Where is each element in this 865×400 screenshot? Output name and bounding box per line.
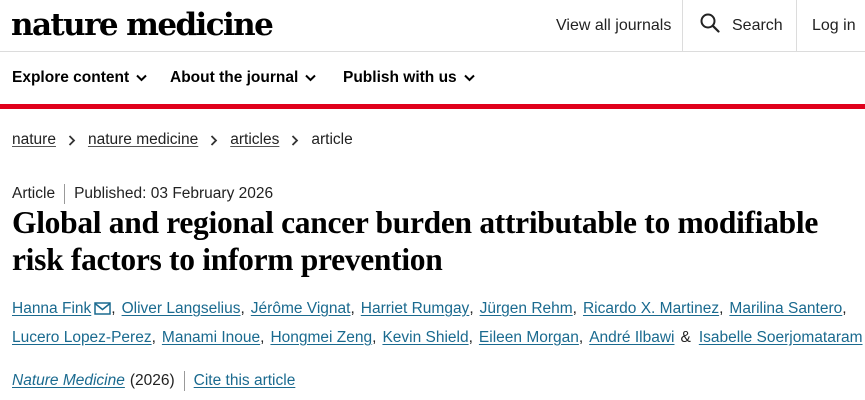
article-type: Article (12, 185, 56, 202)
published-date: Published: 03 February 2026 (74, 185, 274, 202)
author-separator: , (719, 300, 724, 317)
author-separator: , (260, 329, 265, 346)
view-all-journals-link[interactable]: View all journals (556, 0, 671, 51)
author-link[interactable]: Eileen Morgan (479, 323, 579, 352)
author-link[interactable]: Marilina Santero (729, 294, 842, 323)
author-list: Hanna Fink , Oliver Langselius , Jérôme … (12, 294, 863, 352)
journal-year: (2026) (129, 372, 175, 389)
chevron-right-icon (68, 134, 76, 146)
chevron-down-icon (129, 69, 147, 87)
author-separator: , (111, 300, 116, 317)
header-divider (796, 0, 797, 51)
journal-link[interactable]: Nature Medicine (12, 372, 125, 390)
accent-rule (0, 104, 865, 109)
nav-publish-with-us[interactable]: Publish with us (343, 52, 475, 104)
author-separator: , (240, 300, 245, 317)
author-link[interactable]: Harriet Rumgay (361, 294, 470, 323)
author-separator: , (578, 329, 584, 346)
nav-item-label: Explore content (12, 69, 130, 86)
author-link[interactable]: Hanna Fink (12, 294, 91, 323)
author-link[interactable]: Hongmei Zeng (270, 323, 372, 352)
meta-divider (64, 184, 66, 204)
author-link[interactable]: Lucero Lopez-Perez (12, 323, 152, 352)
author-link[interactable]: Ricardo X. Martinez (583, 294, 719, 323)
author-separator: , (151, 329, 156, 346)
author-separator: , (572, 300, 577, 317)
main-nav: Explore content About the journal Publis… (0, 52, 865, 104)
header-divider (682, 0, 683, 51)
search-button[interactable]: Search (700, 0, 783, 51)
author-ampersand: & (680, 329, 691, 346)
author-link[interactable]: Oliver Langselius (122, 294, 241, 323)
site-logo[interactable]: nature medicine (11, 5, 274, 45)
author-separator: , (350, 300, 355, 317)
chevron-down-icon (298, 69, 317, 87)
chevron-right-icon (291, 134, 299, 146)
breadcrumb-nature[interactable]: nature (12, 131, 56, 149)
author-link[interactable]: Manami Inoue (162, 323, 260, 352)
nav-about-the-journal[interactable]: About the journal (170, 52, 317, 104)
cite-this-article-link[interactable]: Cite this article (194, 372, 296, 390)
breadcrumb: nature nature medicine articles article (12, 128, 353, 152)
mail-icon[interactable] (94, 302, 112, 315)
login-link[interactable]: Log in (812, 0, 856, 51)
author-separator: , (469, 300, 474, 317)
breadcrumb-articles[interactable]: articles (230, 131, 279, 149)
author-link[interactable]: Isabelle Soerjomataram (699, 323, 863, 352)
nav-explore-content[interactable]: Explore content (12, 52, 147, 104)
journal-divider (183, 371, 185, 391)
chevron-right-icon (210, 134, 218, 146)
search-icon (700, 13, 732, 38)
breadcrumb-nature-medicine[interactable]: nature medicine (88, 131, 198, 149)
author-separator: , (468, 329, 473, 346)
journal-citation-line: Nature Medicine (2026) Cite this article (12, 369, 295, 393)
article-title: Global and regional cancer burden attrib… (12, 205, 818, 277)
author-link[interactable]: Kevin Shield (382, 323, 468, 352)
article-meta: Article Published: 03 February 2026 (12, 183, 273, 205)
author-row: Hanna Fink , Oliver Langselius , Jérôme … (12, 294, 862, 323)
author-link[interactable]: Jürgen Rehm (480, 294, 573, 323)
author-separator: , (842, 300, 847, 317)
site-header: nature medicine View all journals Search… (0, 0, 865, 52)
author-separator: , (372, 329, 377, 346)
search-label: Search (732, 16, 783, 34)
chevron-down-icon (457, 69, 475, 87)
breadcrumb-current: article (311, 131, 353, 148)
nav-item-label: Publish with us (343, 69, 457, 86)
author-link[interactable]: Jérôme Vignat (251, 294, 351, 323)
author-row: Lucero Lopez-Perez , Manami Inoue , Hong… (12, 323, 863, 352)
author-link[interactable]: André Ilbawi (589, 323, 674, 352)
nav-item-label: About the journal (170, 69, 299, 86)
